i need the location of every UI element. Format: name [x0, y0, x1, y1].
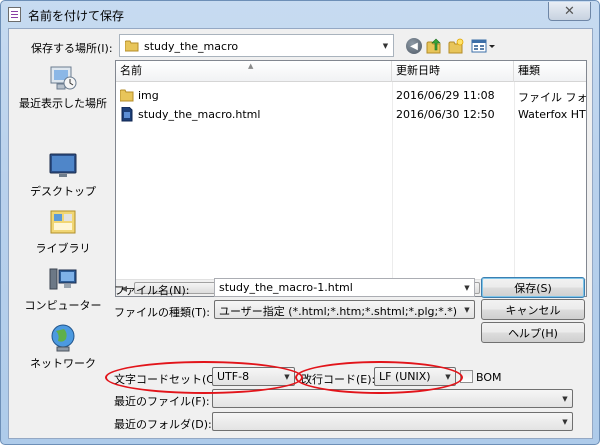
- recent-folder-label: 最近のフォルダ(D):: [114, 418, 212, 431]
- filetype-value: ユーザー指定 (*.html;*.htm;*.shtml;*.plg;*.*): [219, 305, 458, 318]
- chevron-down-icon[interactable]: ▼: [558, 390, 572, 407]
- newline-highlight-ellipse: [295, 361, 463, 394]
- chevron-down-icon[interactable]: ▼: [378, 35, 393, 56]
- up-folder-button[interactable]: [426, 38, 442, 54]
- help-button[interactable]: ヘルプ(H): [481, 322, 585, 343]
- place-libraries[interactable]: ライブラリ: [14, 208, 112, 264]
- file-list[interactable]: 名前 ▲ 更新日時 種類 img 2016/06/29 11:08 ファイル フ…: [115, 60, 587, 297]
- save-location-label: 保存する場所(I):: [31, 42, 113, 55]
- chevron-down-icon[interactable]: ▼: [558, 413, 572, 430]
- bom-label: BOM: [476, 371, 502, 384]
- html-file-icon: [121, 107, 133, 122]
- column-header-type[interactable]: 種類: [514, 61, 586, 82]
- place-label: デスクトップ: [30, 185, 96, 198]
- network-icon: [51, 324, 75, 352]
- notepad-app-icon: [8, 7, 21, 22]
- chevron-down-icon[interactable]: ▼: [460, 279, 474, 296]
- sort-ascending-icon: ▲: [248, 62, 254, 70]
- cancel-button[interactable]: キャンセル: [481, 299, 585, 320]
- title-bar[interactable]: 名前を付けて保存 ✕: [1, 1, 599, 27]
- places-bar: 最近表示した場所 デスクトップ ライブラリ コンピューター ネットワーク: [14, 61, 112, 376]
- save-location-combo[interactable]: study_the_macro ▼: [119, 34, 394, 57]
- folder-icon: [120, 89, 134, 102]
- file-name: study_the_macro.html: [138, 108, 261, 121]
- file-type: ファイル フォ: [518, 91, 586, 104]
- place-computer[interactable]: コンピューター: [14, 265, 112, 321]
- file-date: 2016/06/29 11:08: [396, 89, 495, 102]
- column-header-name[interactable]: 名前: [116, 61, 392, 82]
- place-desktop[interactable]: デスクトップ: [14, 151, 112, 207]
- desktop-icon: [49, 153, 77, 177]
- back-button[interactable]: ◀: [406, 38, 422, 54]
- filename-input[interactable]: study_the_macro-1.html: [219, 281, 353, 294]
- filetype-label: ファイルの種類(T):: [114, 306, 211, 319]
- save-location-value: study_the_macro: [144, 40, 239, 53]
- file-date: 2016/06/30 12:50: [396, 108, 495, 121]
- chevron-down-icon[interactable]: ▼: [460, 301, 474, 318]
- recent-folder-select[interactable]: ▼: [212, 412, 573, 431]
- computer-icon: [49, 268, 77, 290]
- place-network[interactable]: ネットワーク: [14, 323, 112, 379]
- recent-places-icon: [50, 66, 77, 90]
- file-row-img[interactable]: img 2016/06/29 11:08 ファイル フォ: [116, 86, 586, 105]
- back-arrow-icon: ◀: [410, 40, 418, 52]
- file-type: Waterfox HTN: [518, 108, 586, 121]
- filename-label: ファイル名(N):: [114, 284, 190, 297]
- save-as-dialog: 名前を付けて保存 ✕ 保存する場所(I): study_the_macro ▼ …: [0, 0, 600, 445]
- place-recent[interactable]: 最近表示した場所: [14, 63, 112, 119]
- dialog-client-area: 保存する場所(I): study_the_macro ▼ ◀ 最近表示した場所 …: [8, 28, 593, 439]
- recent-file-label: 最近のファイル(F):: [114, 395, 210, 408]
- place-label: ネットワーク: [30, 357, 96, 370]
- new-folder-button[interactable]: [448, 38, 464, 54]
- file-list-header: 名前 ▲ 更新日時 種類: [116, 61, 586, 82]
- place-label: ライブラリ: [35, 242, 91, 255]
- save-button[interactable]: 保存(S): [481, 277, 585, 298]
- file-name: img: [138, 89, 159, 102]
- charset-highlight-ellipse: [105, 361, 303, 394]
- place-label: コンピューター: [24, 299, 102, 312]
- column-header-date[interactable]: 更新日時: [392, 61, 514, 82]
- folder-icon: [125, 40, 139, 52]
- file-row-html[interactable]: study_the_macro.html 2016/06/30 12:50 Wa…: [116, 105, 586, 124]
- window-title: 名前を付けて保存: [28, 9, 125, 23]
- filename-combo[interactable]: study_the_macro-1.html ▼: [214, 278, 475, 297]
- close-button[interactable]: ✕: [548, 2, 591, 21]
- libraries-icon: [50, 210, 76, 234]
- view-menu-button[interactable]: [471, 38, 497, 54]
- place-label: 最近表示した場所: [19, 97, 107, 110]
- filetype-select[interactable]: ユーザー指定 (*.html;*.htm;*.shtml;*.plg;*.*) …: [214, 300, 475, 319]
